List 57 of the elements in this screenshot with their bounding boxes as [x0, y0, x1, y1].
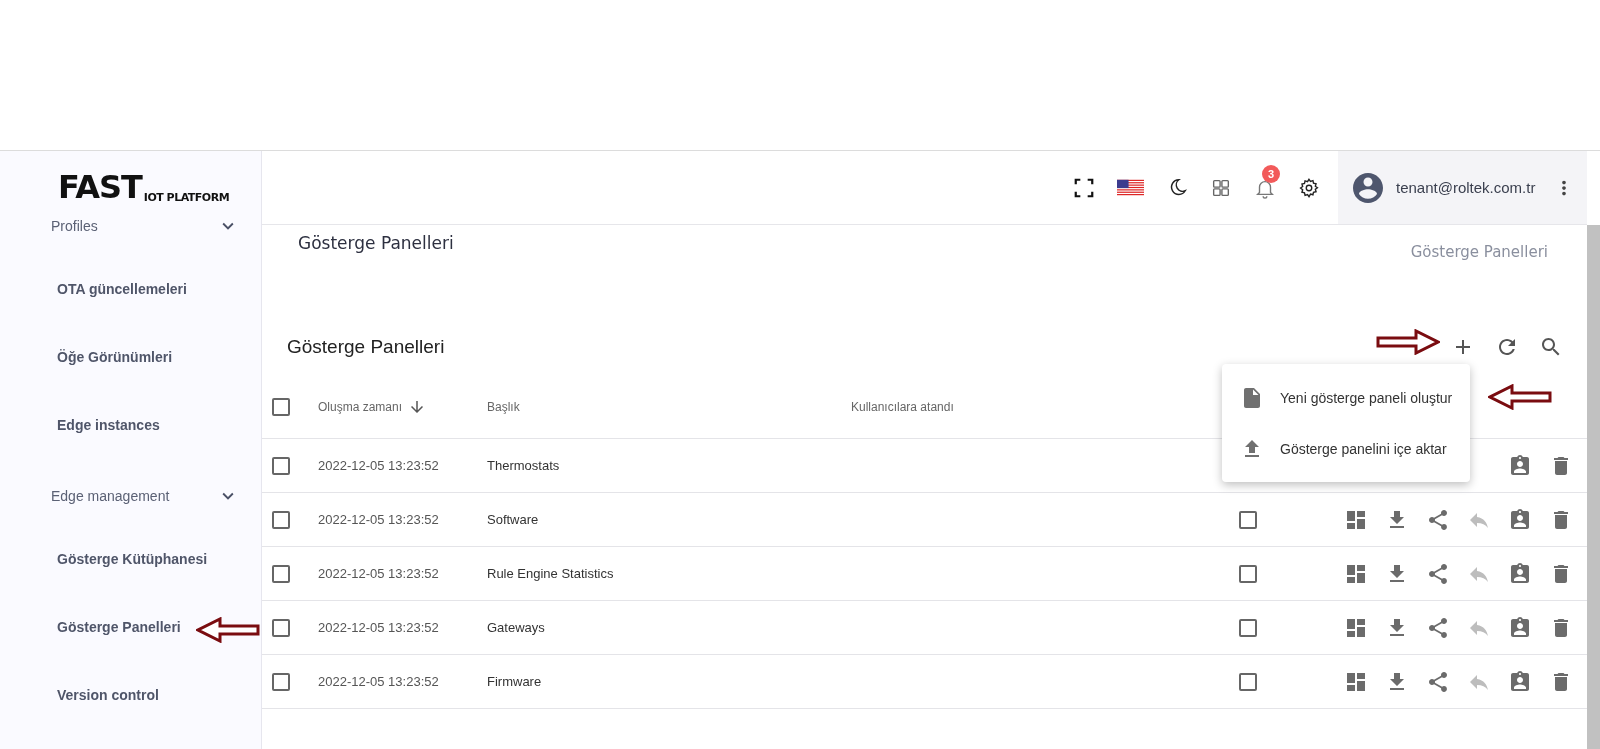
user-menu[interactable]: tenant@roltek.com.tr	[1338, 151, 1587, 224]
table-cell: Gateways	[487, 620, 545, 635]
table-cell: Software	[487, 512, 539, 527]
checkbox[interactable]	[272, 397, 290, 416]
checkbox[interactable]	[272, 672, 290, 691]
scrollbar[interactable]	[1587, 225, 1600, 749]
table-cell: 2022-12-05 13:23:52	[318, 566, 439, 581]
table-cell: 2022-12-05 13:23:52	[318, 458, 439, 473]
sidebar-group[interactable]: Edge management	[51, 484, 239, 508]
user-email: tenant@roltek.com.tr	[1396, 179, 1537, 196]
share-icon[interactable]	[1426, 669, 1450, 694]
share-icon[interactable]	[1426, 507, 1450, 532]
table-cell: Thermostats	[487, 458, 560, 473]
sidebar-item[interactable]: Öğe Görünümleri	[57, 348, 173, 366]
logo-text: FAST	[58, 170, 142, 204]
checkbox[interactable]	[1239, 564, 1257, 583]
menu-label: Yeni gösterge paneli oluştur	[1280, 389, 1453, 406]
group-label: Edge management	[51, 488, 170, 504]
logo-subtitle: IOT PLATFORM	[143, 192, 230, 204]
checkbox[interactable]	[272, 456, 290, 475]
settings-icon[interactable]	[1298, 176, 1320, 199]
group-label: Profiles	[51, 218, 98, 234]
sidebar-group[interactable]: Profiles	[51, 214, 239, 238]
menu-item[interactable]: Gösterge panelini içe aktar	[1222, 423, 1471, 474]
sidebar-item[interactable]: Gösterge Kütüphanesi	[57, 550, 208, 568]
id-badge-icon[interactable]	[1508, 453, 1532, 478]
checkbox[interactable]	[272, 564, 290, 583]
sidebar-item[interactable]: Version control	[57, 686, 159, 704]
id-badge-icon[interactable]	[1508, 507, 1532, 532]
notification-badge: 3	[1262, 164, 1280, 183]
checkbox[interactable]	[272, 618, 290, 637]
table-title: Gösterge Panelleri	[287, 336, 445, 358]
table-cell: 2022-12-05 13:23:52	[318, 512, 439, 527]
sidebar-item[interactable]: Edge instances	[57, 416, 160, 434]
id-badge-icon[interactable]	[1508, 561, 1532, 586]
share-icon[interactable]	[1426, 561, 1450, 586]
column-header[interactable]: Başlık	[487, 399, 520, 414]
id-badge-icon[interactable]	[1508, 669, 1532, 694]
menu-label: Gösterge panelini içe aktar	[1280, 440, 1447, 457]
share-icon[interactable]	[1426, 615, 1450, 640]
checkbox[interactable]	[1239, 618, 1257, 637]
column-header[interactable]: Oluşma zamanı	[318, 399, 403, 414]
fullscreen-icon[interactable]	[1073, 176, 1095, 199]
us-flag-icon[interactable]	[1117, 179, 1144, 196]
table-cell: Rule Engine Statistics	[487, 566, 614, 581]
column-header[interactable]: Kullanıcılara atandı	[851, 399, 954, 414]
page-title: Gösterge Panelleri	[298, 233, 454, 255]
checkbox[interactable]	[1239, 510, 1257, 529]
menu-item[interactable]: Yeni gösterge paneli oluştur	[1222, 372, 1471, 423]
table-cell: Firmware	[487, 674, 542, 689]
checkbox[interactable]	[272, 510, 290, 529]
table-cell: 2022-12-05 13:23:52	[318, 620, 439, 635]
sidebar-item[interactable]: Gösterge Panelleri	[57, 618, 181, 636]
table-cell: 2022-12-05 13:23:52	[318, 674, 439, 689]
checkbox[interactable]	[1239, 672, 1257, 691]
sidebar-item[interactable]: OTA güncellemeleri	[57, 280, 187, 298]
id-badge-icon[interactable]	[1508, 615, 1532, 640]
